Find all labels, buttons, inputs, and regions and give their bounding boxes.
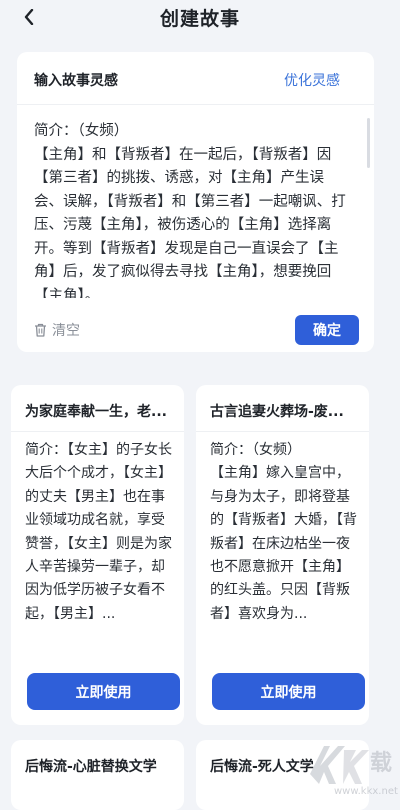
use-template-button[interactable]: 立即使用 [27, 673, 180, 710]
inspiration-card: 输入故事灵感 优化灵感 简介：（女频） 【主角】和【背叛者】在一起后，【背叛者】… [17, 52, 374, 352]
use-template-button[interactable]: 立即使用 [212, 673, 365, 710]
watermark-logo: 载 www.kkx.net [300, 736, 400, 798]
inspiration-textarea[interactable]: 简介：（女频） 【主角】和【背叛者】在一起后，【背叛者】因【第三者】的挑拨、诱惑… [34, 120, 352, 298]
clear-label: 清空 [52, 323, 80, 339]
inspiration-card-header: 输入故事灵感 优化灵感 [17, 52, 374, 105]
template-title: 后悔流-心脏替换文学 [25, 759, 157, 775]
template-description: 简介：【女主】的子女长大后个个成才，【女主】的丈夫【男主】也在事业领域功成名就，… [25, 442, 172, 622]
svg-text:载: 载 [370, 750, 392, 776]
template-card[interactable]: 为家庭奉献一生，老... 简介：【女主】的子女长大后个个成才，【女主】的丈夫【男… [11, 385, 184, 725]
header-bar: 创建故事 [0, 0, 400, 40]
textarea-scrollbar[interactable] [367, 118, 370, 168]
divider [11, 431, 184, 432]
template-title: 为家庭奉献一生，老... [25, 404, 167, 420]
template-title: 古言追妻火葬场-废... [210, 404, 344, 420]
trash-icon [35, 323, 46, 337]
optimize-inspiration-button[interactable]: 优化灵感 [284, 70, 340, 90]
page-title: 创建故事 [159, 8, 240, 30]
svg-text:www.kkx.net: www.kkx.net [334, 786, 398, 797]
clear-button[interactable]: 清空 [34, 320, 80, 340]
confirm-button[interactable]: 确定 [295, 315, 359, 345]
divider [196, 431, 369, 432]
template-card[interactable]: 古言追妻火葬场-废... 简介：（女频） 【主角】嫁入皇宫中，与身为太子，即将登… [196, 385, 369, 725]
template-description: 简介：（女频） 【主角】嫁入皇宫中，与身为太子，即将登基的【背叛者】大婚，【背叛… [210, 442, 357, 622]
inspiration-heading: 输入故事灵感 [34, 73, 118, 89]
template-card[interactable]: 后悔流-心脏替换文学 [11, 740, 184, 810]
